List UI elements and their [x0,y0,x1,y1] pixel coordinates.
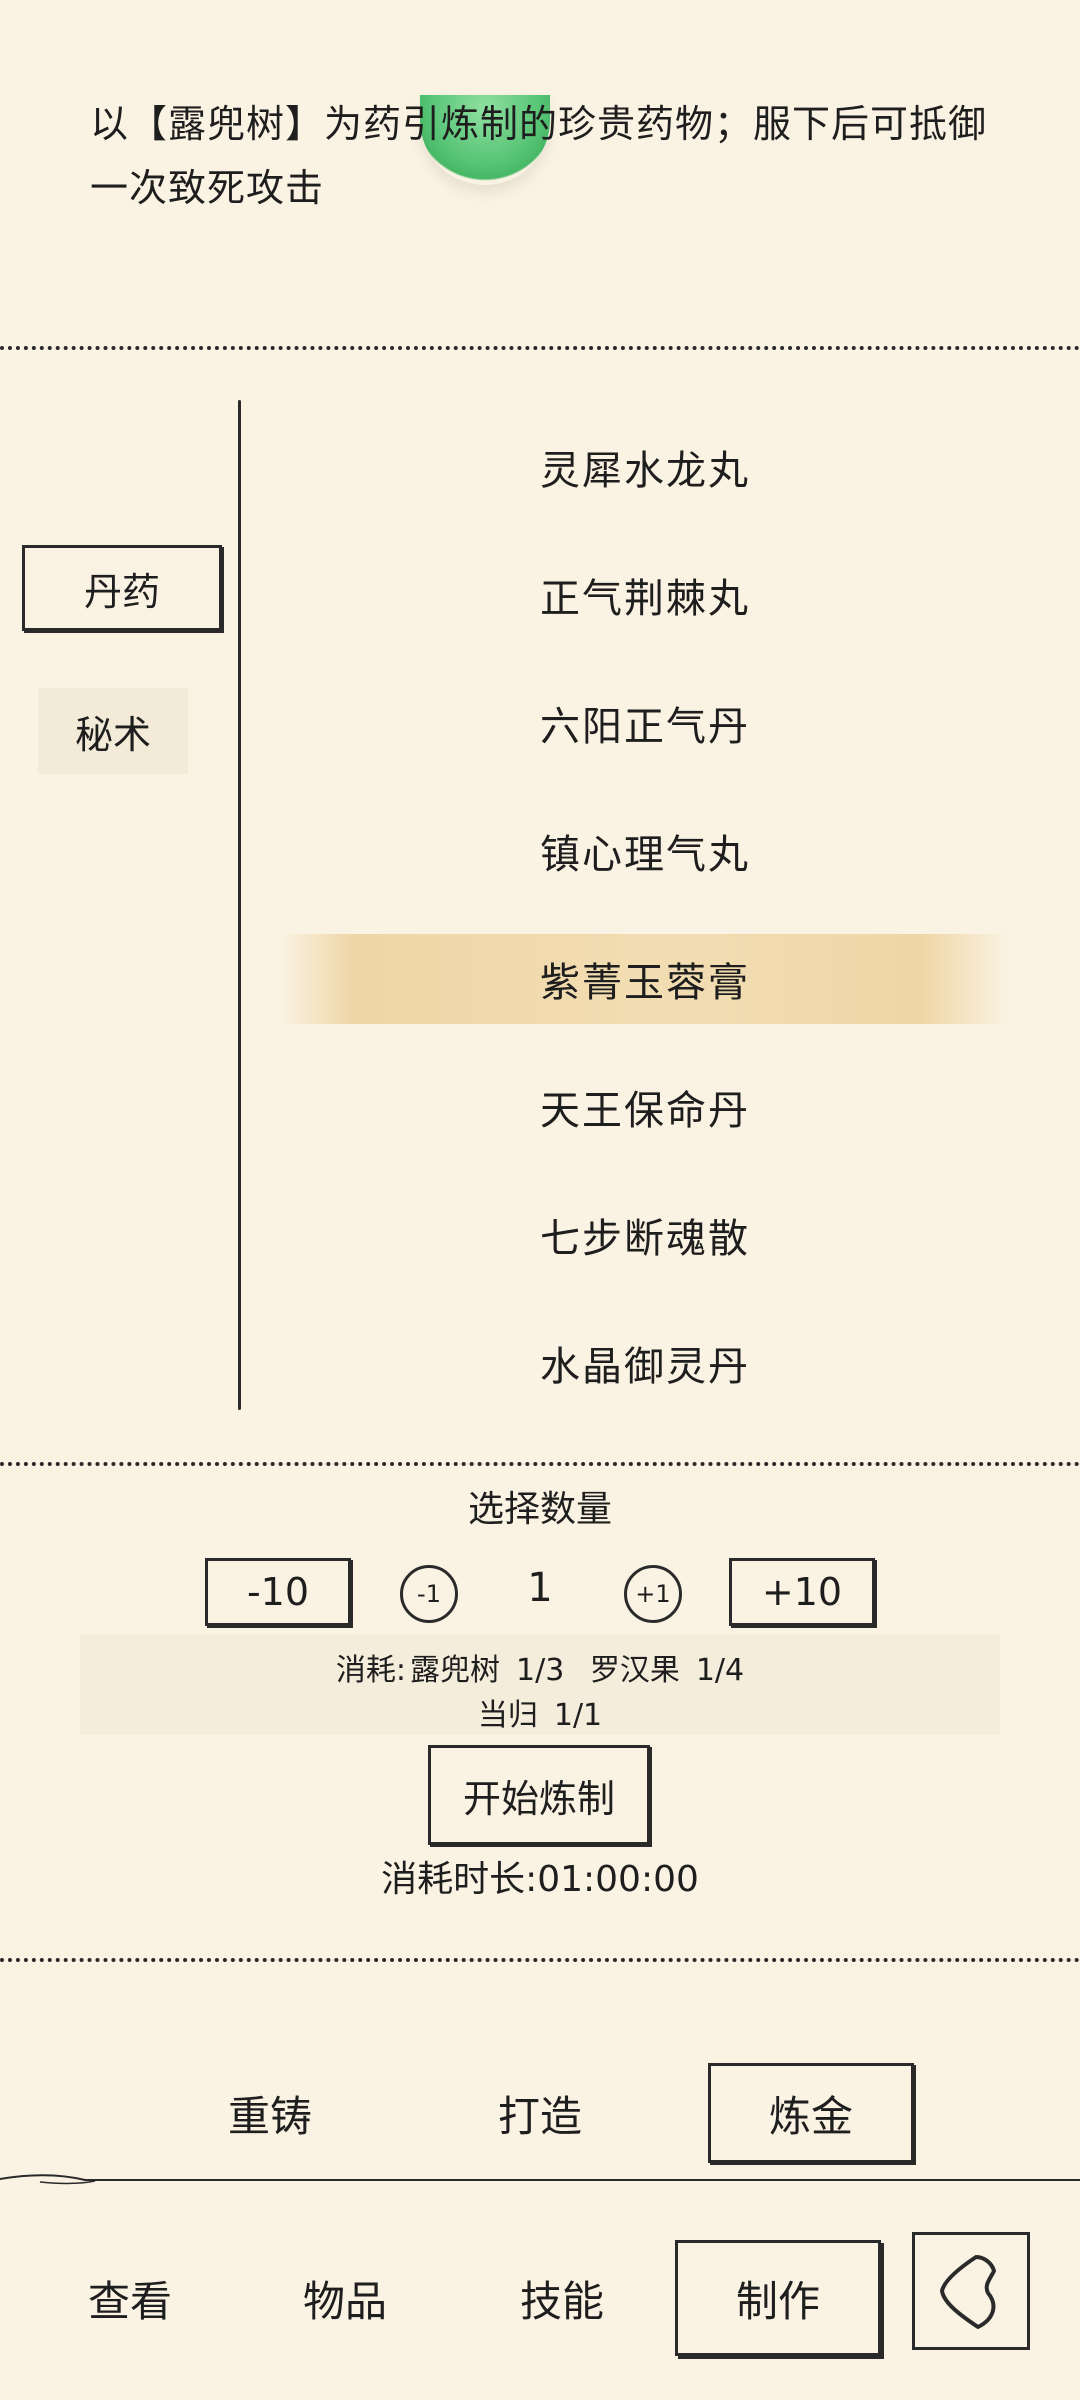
quantity-title: 选择数量 [467,1489,612,1530]
recipe-item-selected[interactable]: 紫菁玉蓉膏 [280,934,1010,1024]
cost-line-1: 消耗: 露兜树 1/3 罗汉果 1/4 [0,1645,1080,1689]
start-refine-button[interactable]: 开始炼制 [428,1745,650,1845]
cost-item-amount: 1/1 [553,1698,603,1733]
minus-1-label: -1 [417,1580,441,1608]
recipe-item[interactable]: 水晶御灵丹 [280,1318,1010,1408]
nav-label: 查看 [87,2276,172,2326]
nav-view[interactable]: 查看 [60,2243,200,2353]
cost-item-amount: 1/4 [695,1653,745,1688]
cost-prefix: 消耗: [335,1653,406,1688]
description-line-2: 一次致死攻击 [90,166,325,210]
recipe-label: 水晶御灵丹 [540,1344,750,1390]
subtab-label: 重铸 [227,2091,312,2141]
recipe-label: 正气荆棘丸 [540,576,750,622]
cost-item-amount: 1/3 [516,1653,565,1688]
brush-stroke-divider [0,2174,1080,2185]
divider-middle [0,1462,1080,1466]
recipe-label: 灵犀水龙丸 [540,448,750,494]
divider-bottom [0,1958,1080,1962]
nav-label: 技能 [519,2276,604,2326]
duration-text: 消耗时长:01:00:00 [381,1859,699,1900]
nav-skills[interactable]: 技能 [492,2243,632,2353]
recipe-item[interactable]: 镇心理气丸 [280,806,1010,896]
divider-top [0,346,1080,350]
quantity-value: 1 [527,1565,553,1611]
plus-10-button[interactable]: +10 [729,1558,875,1626]
start-refine-label: 开始炼制 [462,1776,615,1821]
cost-item-name: 露兜树 [410,1653,500,1688]
item-description: 以【露兜树】为药引炼制的珍贵药物；服下后可抵御 一次致死攻击 [90,92,1010,220]
subtab-label: 炼金 [768,2091,853,2141]
recipe-label: 紫菁玉蓉膏 [540,960,750,1006]
nav-label: 物品 [302,2276,387,2326]
subtab-alchemy[interactable]: 炼金 [708,2063,914,2163]
recipe-item[interactable]: 天王保命丹 [280,1062,1010,1152]
minus-10-button[interactable]: -10 [205,1558,351,1626]
minus-1-button[interactable]: -1 [400,1565,458,1623]
category-tab-mi-shu[interactable]: 秘术 [38,688,188,774]
minus-10-label: -10 [246,1570,310,1614]
category-tab-dan-yao[interactable]: 丹药 [22,545,222,631]
subtab-recast[interactable]: 重铸 [200,2063,340,2163]
recipe-label: 天王保命丹 [540,1088,750,1134]
recipe-label: 六阳正气丹 [540,704,750,750]
back-arrow-icon [940,2255,996,2329]
cost-item-name: 当归 [477,1698,538,1733]
nav-craft[interactable]: 制作 [675,2240,881,2356]
subtab-label: 打造 [497,2091,582,2141]
cost-line-2: 当归 1/1 [0,1690,1080,1734]
subtab-forge[interactable]: 打造 [470,2063,610,2163]
nav-items[interactable]: 物品 [275,2243,415,2353]
recipe-label: 镇心理气丸 [540,832,750,878]
back-button[interactable] [912,2232,1030,2350]
plus-1-button[interactable]: +1 [624,1565,682,1623]
cost-item-name: 罗汉果 [589,1653,680,1688]
vertical-separator [238,400,241,1410]
plus-10-label: +10 [761,1570,843,1614]
description-line-1: 以【露兜树】为药引炼制的珍贵药物；服下后可抵御 [90,102,988,146]
category-label: 秘术 [74,712,151,757]
recipe-item[interactable]: 正气荆棘丸 [280,550,1010,640]
recipe-item[interactable]: 六阳正气丹 [280,678,1010,768]
category-label: 丹药 [83,569,160,614]
plus-1-label: +1 [635,1580,671,1608]
nav-label: 制作 [735,2276,820,2326]
recipe-label: 七步断魂散 [540,1216,750,1262]
recipe-item[interactable]: 灵犀水龙丸 [280,422,1010,512]
recipe-item[interactable]: 七步断魂散 [280,1190,1010,1280]
